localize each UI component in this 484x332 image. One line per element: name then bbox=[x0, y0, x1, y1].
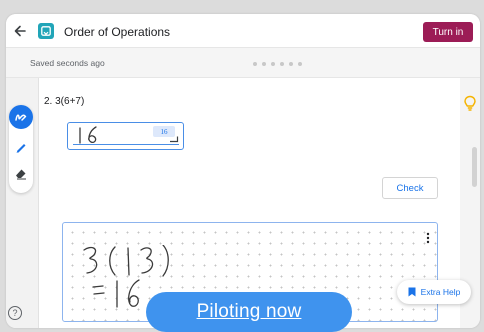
progress-dot[interactable] bbox=[280, 62, 284, 66]
answer-input[interactable]: 16 bbox=[67, 122, 184, 150]
question-label: 2. 3(6+7) bbox=[44, 96, 85, 107]
turn-in-button[interactable]: Turn in bbox=[423, 22, 473, 42]
save-status: Saved seconds ago bbox=[30, 58, 105, 68]
extra-help-label: Extra Help bbox=[420, 287, 461, 297]
progress-dot[interactable] bbox=[271, 62, 275, 66]
bookmark-icon bbox=[408, 287, 416, 297]
progress-dot[interactable] bbox=[262, 62, 266, 66]
more-vert-icon[interactable] bbox=[424, 231, 432, 245]
answer-underline bbox=[73, 144, 179, 145]
progress-dot[interactable] bbox=[253, 62, 257, 66]
check-button[interactable]: Check bbox=[382, 177, 438, 199]
extra-help-button[interactable]: Extra Help bbox=[397, 280, 471, 304]
piloting-banner-text[interactable]: Piloting now bbox=[197, 301, 302, 323]
handwritten-answer bbox=[79, 126, 97, 144]
piloting-banner[interactable]: Piloting now bbox=[146, 292, 352, 332]
status-bar: Saved seconds ago bbox=[6, 48, 480, 78]
pen-icon[interactable] bbox=[13, 139, 29, 155]
lightbulb-icon[interactable] bbox=[463, 95, 477, 111]
question-circle-icon[interactable]: ? bbox=[8, 306, 22, 320]
progress-dots bbox=[253, 62, 302, 66]
top-bar: Order of Operations Turn in bbox=[6, 14, 480, 48]
progress-dot[interactable] bbox=[298, 62, 302, 66]
enter-icon bbox=[170, 136, 179, 143]
tool-palette bbox=[9, 105, 33, 193]
eraser-icon[interactable] bbox=[13, 165, 29, 181]
page-title: Order of Operations bbox=[64, 25, 171, 39]
progress-dot[interactable] bbox=[289, 62, 293, 66]
arrow-left-icon[interactable] bbox=[12, 23, 28, 39]
draw-mode-icon bbox=[15, 114, 27, 121]
app-logo-icon bbox=[38, 23, 54, 39]
scrollbar-thumb[interactable] bbox=[472, 147, 477, 187]
draw-mode-button[interactable] bbox=[9, 105, 33, 129]
tool-rail: ? bbox=[6, 78, 39, 328]
